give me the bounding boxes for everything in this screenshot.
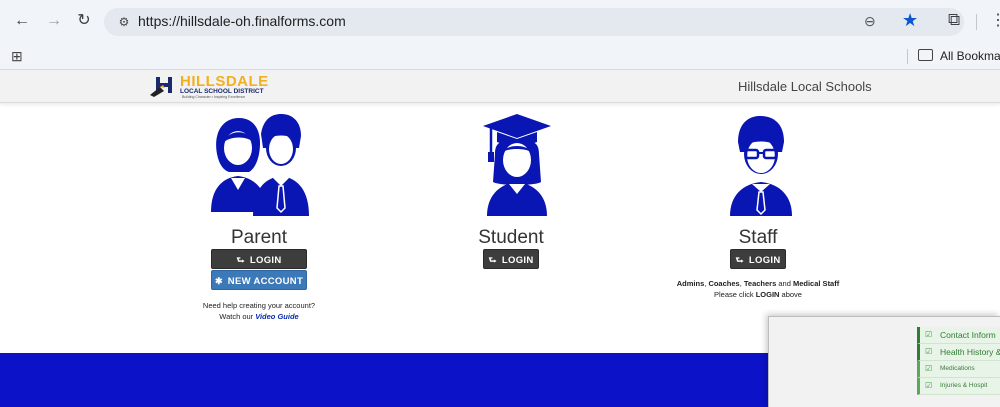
help-line-1: Need help creating your account? [202,301,316,310]
note-line2-suffix: above [779,290,802,299]
bookmarks-divider [907,49,908,64]
bookmark-star-icon[interactable]: ★ [902,10,918,31]
student-title: Student [478,227,544,248]
browser-toolbar: ← → ↻ ⚙ https://hillsdale-oh.finalforms.… [0,0,1000,43]
note-line2-prefix: Please click [714,290,756,299]
menu-kebab-icon[interactable]: ⋮ [990,10,1000,30]
staff-title: Staff [738,227,778,248]
reload-icon[interactable]: ↻ [74,11,94,31]
note-and: and [778,279,791,288]
menu-item-medications[interactable]: ☑ Medications [917,361,1000,378]
video-guide-link[interactable]: Video Guide [255,312,298,321]
folder-icon[interactable] [918,49,933,61]
logo-tagline: Building Character • Inspiring Excellenc… [182,95,246,99]
staff-avatar-icon [730,116,792,216]
bookmarks-bar: ⊞ All Bookmarks [0,43,1000,70]
menu-item-label: Injuries & Hospit [940,382,988,389]
site-header: HILLSDALE LOCAL SCHOOL DISTRICT Building… [0,70,1000,103]
student-login-label: LOGIN [501,255,534,266]
asterisk-icon: ✱ [214,276,223,286]
note-coaches: Coaches [708,279,740,288]
menu-item-label: Contact Inform [940,330,996,340]
back-icon[interactable]: ← [12,11,32,31]
parent-login-button[interactable]: ⮑ LOGIN [211,249,307,269]
new-account-label: NEW ACCOUNT [227,276,304,287]
check-icon: ☑ [925,330,933,339]
menu-item-contact-info[interactable]: ☑ Contact Inform [917,327,1000,344]
parent-help-text: Need help creating your account? Watch o… [159,300,359,322]
check-icon: ☑ [925,364,933,373]
all-bookmarks-link[interactable]: All Bookmarks [940,49,1000,63]
address-bar[interactable]: ⚙ https://hillsdale-oh.finalforms.com ⊖ … [104,8,964,36]
student-section: Student ⮑ LOGIN [411,112,611,269]
help-line-2-prefix: Watch our [219,312,256,321]
note-admins: Admins [676,279,705,288]
sign-in-icon: ⮑ [735,255,744,265]
menu-item-label: Health History & [940,347,1000,357]
parent-title: Parent [231,227,287,248]
parent-section: Parent ⮑ LOGIN ✱ NEW ACCOUNT Need help cre… [159,112,359,322]
parent-login-label: LOGIN [249,255,282,266]
check-icon: ☑ [925,347,933,356]
staff-section: Staff ⮑ LOGIN Admins, Coaches, Teachers a… [658,112,858,300]
site-info-icon[interactable]: ⚙ [116,14,132,30]
menu-item-label: Medications [940,365,975,372]
toolbar-divider [976,14,977,30]
sign-in-icon: ⮑ [236,255,245,265]
overlay-window: ☑ Contact Inform ☑ Health History & ☑ Medic… [768,316,1000,407]
menu-item-injuries[interactable]: ☑ Injuries & Hospit [917,378,1000,395]
extensions-icon[interactable]: ⧉ [948,10,960,30]
note-medical: Medical Staff [792,279,840,288]
parent-avatar-icon [211,114,309,216]
menu-item-health-history[interactable]: ☑ Health History & [917,344,1000,361]
staff-login-label: LOGIN [748,255,781,266]
note-line2-bold: LOGIN [755,290,780,299]
sign-in-icon: ⮑ [488,255,497,265]
district-name: Hillsdale Local Schools [738,79,872,94]
url-text[interactable]: https://hillsdale-oh.finalforms.com [138,13,346,29]
staff-note: Admins, Coaches, Teachers and Medical St… [676,279,840,299]
check-icon: ☑ [925,381,933,390]
zoom-icon[interactable]: ⊖ [864,13,876,30]
student-login-button[interactable]: ⮑ LOGIN [483,249,539,269]
staff-login-button[interactable]: ⮑ LOGIN [730,249,786,269]
apps-grid-icon[interactable]: ⊞ [11,48,23,65]
note-teachers: Teachers [743,279,777,288]
forward-icon[interactable]: → [44,11,64,31]
new-account-button[interactable]: ✱ NEW ACCOUNT [211,270,307,290]
logo-subtext: LOCAL SCHOOL DISTRICT [180,88,264,95]
district-logo[interactable]: HILLSDALE LOCAL SCHOOL DISTRICT Building… [150,73,268,101]
overlay-menu: ☑ Contact Inform ☑ Health History & ☑ Medic… [917,327,1000,395]
hawk-logo-icon [150,77,172,97]
student-avatar-icon [483,114,551,216]
